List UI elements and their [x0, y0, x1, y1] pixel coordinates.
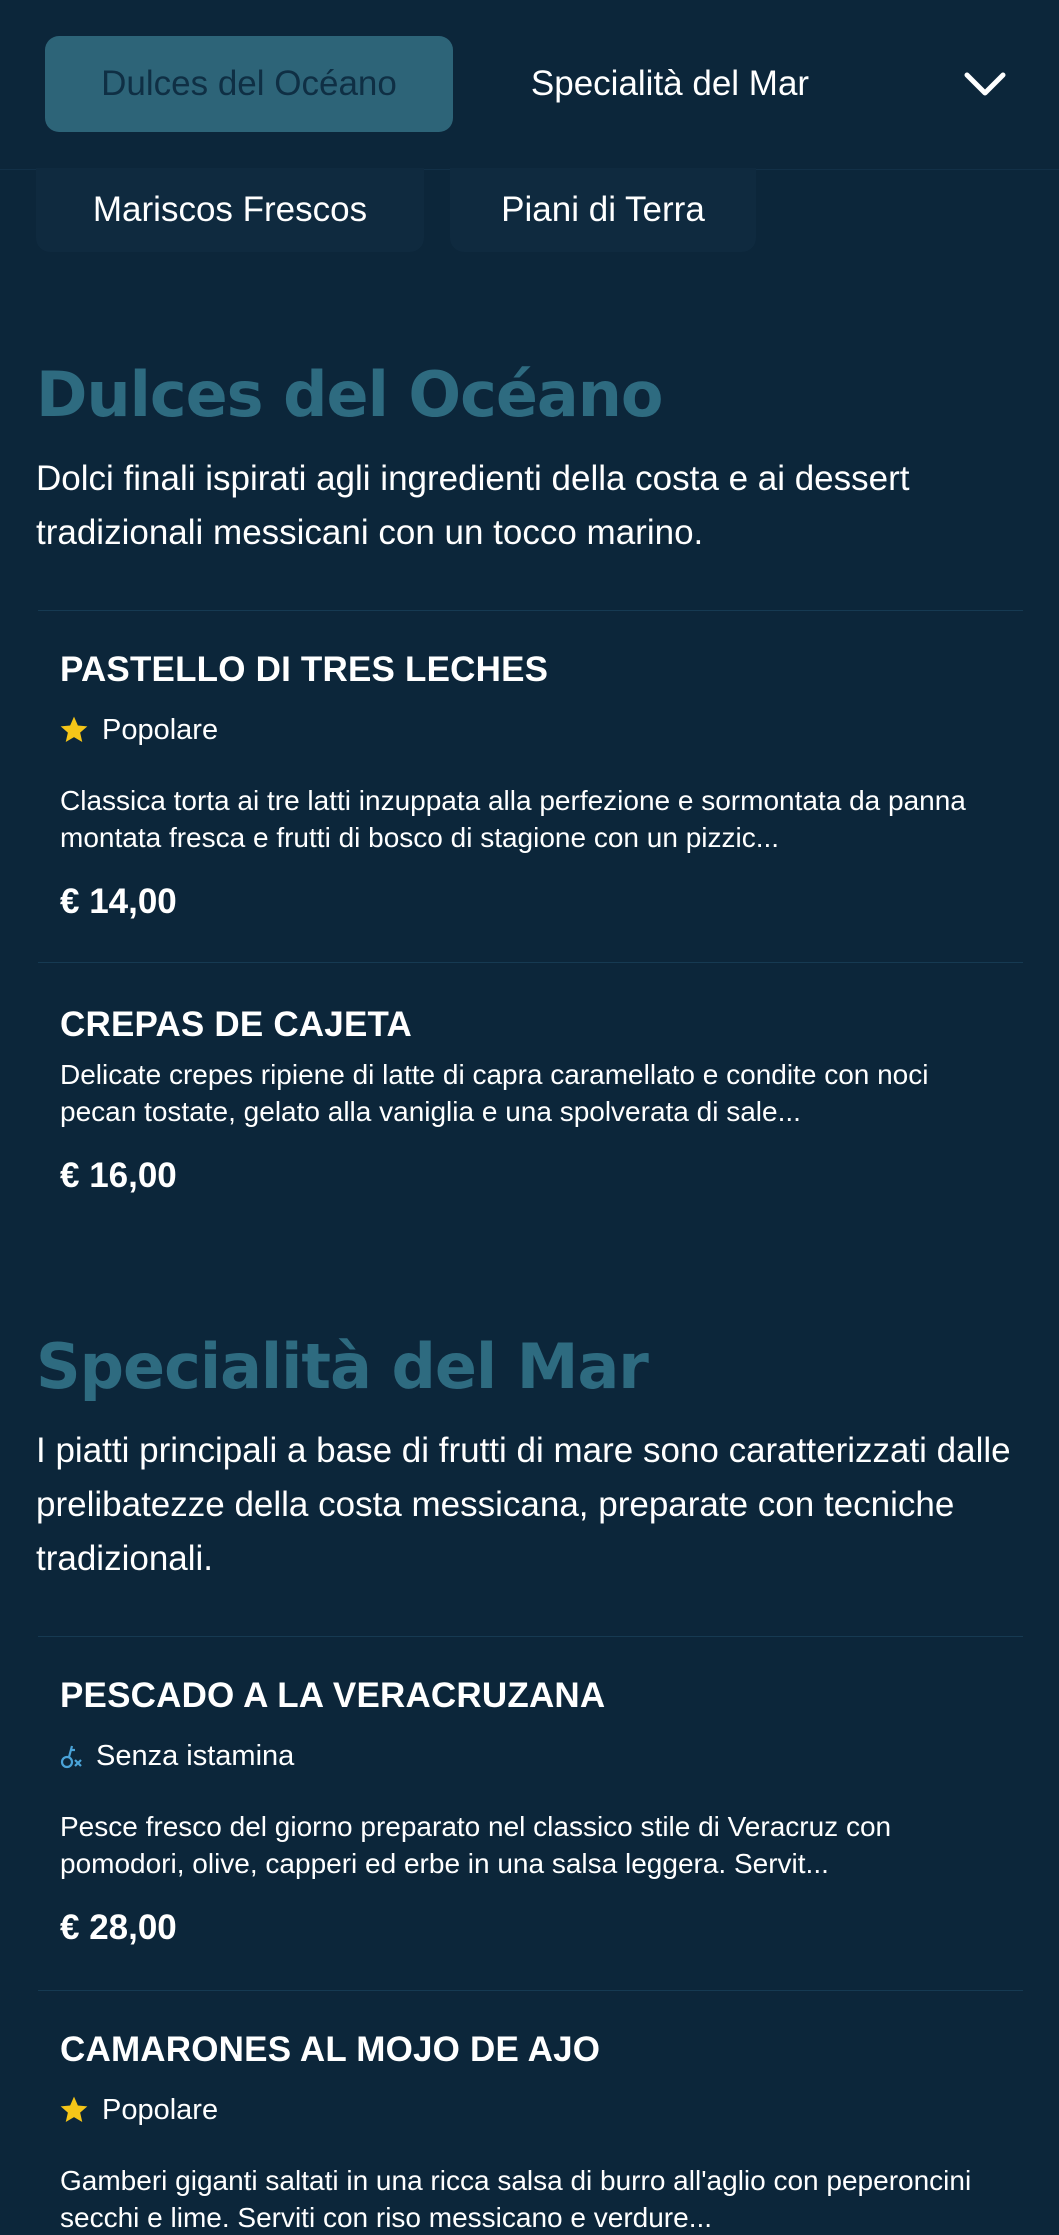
- nav-fade: [915, 36, 935, 132]
- category-nav: Dulces del Océano Specialità del Mar: [0, 0, 1059, 170]
- item-price: € 28,00: [60, 1908, 177, 1947]
- chevron-down-icon: [964, 72, 1006, 96]
- section-description: I piatti principali a base di frutti di …: [36, 1431, 1011, 1578]
- item-badge: Popolare: [58, 710, 218, 750]
- item-price: € 16,00: [60, 1156, 177, 1195]
- badge-label: Popolare: [102, 713, 219, 746]
- category-chip-mariscos-frescos[interactable]: Mariscos Frescos: [36, 168, 424, 252]
- item-price: € 14,00: [60, 882, 177, 921]
- histamine-free-icon: [60, 1745, 82, 1769]
- item-description: Gamberi giganti saltati in una ricca sal…: [60, 2165, 972, 2233]
- item-name: CREPAS DE CAJETA: [60, 1005, 412, 1044]
- section-description: Dolci finali ispirati agli ingredienti d…: [36, 459, 910, 552]
- tab-specialita-del-mar[interactable]: Specialità del Mar: [480, 36, 860, 132]
- divider: [38, 610, 1023, 611]
- badge-label: Popolare: [102, 2093, 219, 2126]
- star-icon: [60, 716, 88, 742]
- menu-page: Dulces del Océano Specialità del Mar Mar…: [0, 0, 1059, 2235]
- item-name: CAMARONES AL MOJO DE AJO: [60, 2030, 601, 2069]
- more-categories-button[interactable]: [915, 36, 1035, 132]
- star-icon: [60, 2096, 88, 2122]
- tab-dulces-del-oceano[interactable]: Dulces del Océano: [45, 36, 453, 132]
- category-chip-piani-di-terra[interactable]: Piani di Terra: [450, 168, 756, 252]
- item-description: Pesce fresco del giorno preparato nel cl…: [60, 1811, 892, 1879]
- section-title: Specialità del Mar: [36, 1330, 649, 1403]
- item-name: PESCADO A LA VERACRUZANA: [60, 1676, 606, 1715]
- item-name: PASTELLO DI TRES LECHES: [60, 650, 549, 689]
- divider: [38, 1636, 1023, 1637]
- item-description: Classica torta ai tre latti inzuppata al…: [60, 785, 966, 853]
- item-badge: Popolare: [58, 2090, 218, 2130]
- divider: [38, 1990, 1023, 1991]
- badge-label: Senza istamina: [96, 1739, 295, 1772]
- divider: [38, 962, 1023, 963]
- section-title: Dulces del Océano: [36, 358, 663, 431]
- item-description: Delicate crepes ripiene di latte di capr…: [60, 1059, 929, 1127]
- item-badge: Senza istamina: [58, 1736, 294, 1776]
